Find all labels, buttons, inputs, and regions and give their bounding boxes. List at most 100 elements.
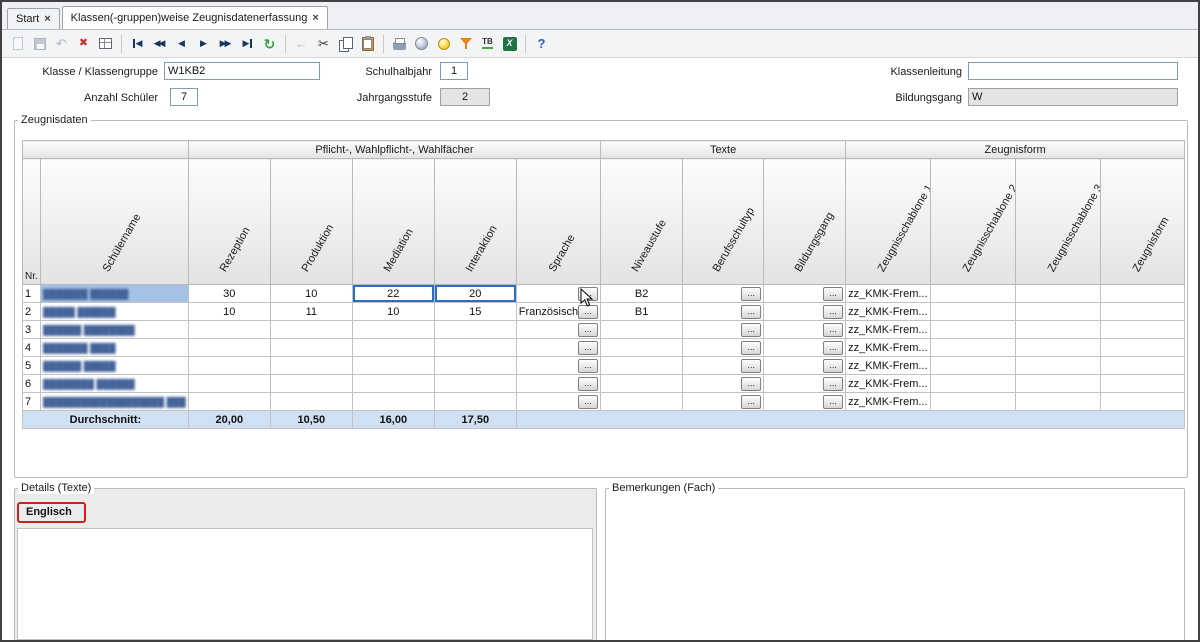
zeugnisform-cell[interactable] [1101,321,1185,339]
sprache-cell[interactable]: ... [516,339,600,357]
tab-start[interactable]: Start × [7,8,60,29]
tab-close-icon[interactable]: × [44,13,50,25]
excel-export-button[interactable]: X [499,33,520,54]
selected-subject-badge[interactable]: Englisch [17,502,86,523]
sprache-cell[interactable]: Französisch... [516,303,600,321]
save-button[interactable] [29,33,50,54]
produktion-cell[interactable]: 10 [270,285,352,303]
interaktion-cell[interactable] [434,357,516,375]
berufsschultyp-cell[interactable]: ... [683,393,764,411]
interaktion-cell[interactable] [434,339,516,357]
zeugnisschablone3-cell[interactable] [1016,357,1101,375]
bildungsgang-ellipsis-button[interactable]: ... [823,377,843,391]
berufsschultyp-cell[interactable]: ... [683,321,764,339]
refresh-button[interactable]: ↻ [259,33,280,54]
sprache-cell[interactable]: Englisch... [516,285,600,303]
tab-close-icon[interactable]: × [312,12,318,24]
copy-button[interactable] [335,33,356,54]
berufsschultyp-cell[interactable]: ... [683,375,764,393]
niveaustufe-cell[interactable] [601,339,683,357]
sprache-cell[interactable]: ... [516,393,600,411]
tab-zeugnisdatenerfassung[interactable]: Klassen(-gruppen)weise Zeugnisdatenerfas… [62,6,328,29]
sprache-ellipsis-button[interactable]: ... [578,341,598,355]
sprache-ellipsis-button[interactable]: ... [578,287,598,301]
zeugnisschablone3-cell[interactable] [1016,375,1101,393]
details-textarea[interactable] [17,528,593,640]
zeugnisschablone2-cell[interactable] [931,357,1016,375]
nav-back-button[interactable]: ◀ [171,33,192,54]
zeugnisschablone3-cell[interactable] [1016,303,1101,321]
interaktion-cell[interactable] [434,375,516,393]
zeugnisschablone1-cell[interactable]: zz_KMK-Frem... [846,303,931,321]
mediation-cell[interactable] [352,375,434,393]
rezeption-cell[interactable] [188,321,270,339]
zeugnisschablone3-cell[interactable] [1016,393,1101,411]
klasse-input[interactable] [164,62,320,80]
bildungsgang-ellipsis-button[interactable]: ... [823,395,843,409]
sprache-ellipsis-button[interactable]: ... [578,359,598,373]
undo-button[interactable]: ↶ [51,33,72,54]
sprache-ellipsis-button[interactable]: ... [578,395,598,409]
berufsschultyp-ellipsis-button[interactable]: ... [741,359,761,373]
niveaustufe-cell[interactable]: B1 [601,303,683,321]
berufsschultyp-cell[interactable]: ... [683,339,764,357]
sprache-cell[interactable]: ... [516,375,600,393]
sprache-ellipsis-button[interactable]: ... [578,323,598,337]
bildungsgang-ellipsis-button[interactable]: ... [823,341,843,355]
berufsschultyp-cell[interactable]: ... [683,357,764,375]
sprache-ellipsis-button[interactable]: ... [578,305,598,319]
sprache-cell[interactable]: ... [516,357,600,375]
zeugnisschablone1-cell[interactable]: zz_KMK-Frem... [846,357,931,375]
cut-button[interactable]: ✂ [313,33,334,54]
produktion-cell[interactable] [270,357,352,375]
nav-first-button[interactable]: ◀ [127,33,148,54]
bildungsgang-ellipsis-button[interactable]: ... [823,359,843,373]
berufsschultyp-ellipsis-button[interactable]: ... [741,341,761,355]
bildungsgang-cell[interactable]: ... [764,393,846,411]
zeugnisschablone2-cell[interactable] [931,303,1016,321]
berufsschultyp-ellipsis-button[interactable]: ... [741,305,761,319]
tb-report-button[interactable]: TB [477,33,498,54]
sprache-ellipsis-button[interactable]: ... [578,377,598,391]
student-name-cell[interactable]: ███████████████████ ███ [41,393,189,411]
student-name-cell[interactable]: ██████ █████ [41,357,189,375]
zeugnisform-cell[interactable] [1101,339,1185,357]
help-button[interactable]: ? [531,33,552,54]
mediation-cell[interactable]: 22 [352,285,434,303]
berufsschultyp-ellipsis-button[interactable]: ... [741,323,761,337]
zeugnisschablone1-cell[interactable]: zz_KMK-Frem... [846,393,931,411]
nav-forward-button[interactable]: ▶ [193,33,214,54]
bildungsgang-cell[interactable]: ... [764,375,846,393]
klassenleitung-input[interactable] [968,62,1178,80]
rezeption-cell[interactable]: 10 [188,303,270,321]
bildungsgang-ellipsis-button[interactable]: ... [823,305,843,319]
zeugnisschablone1-cell[interactable]: zz_KMK-Frem... [846,321,931,339]
bildungsgang-cell[interactable]: ... [764,303,846,321]
niveaustufe-cell[interactable] [601,321,683,339]
produktion-cell[interactable] [270,339,352,357]
sphere-button[interactable] [411,33,432,54]
rezeption-cell[interactable] [188,339,270,357]
student-name-cell[interactable]: ███████ ████ [41,339,189,357]
mediation-cell[interactable]: 10 [352,303,434,321]
zeugnisschablone2-cell[interactable] [931,285,1016,303]
bildungsgang-cell[interactable]: ... [764,321,846,339]
berufsschultyp-cell[interactable]: ... [683,285,764,303]
bemerkungen-textarea[interactable] [608,506,1181,640]
delete-button[interactable]: ✖ [73,33,94,54]
anzahl-schueler-input[interactable] [170,88,198,106]
zeugnisform-cell[interactable] [1101,375,1185,393]
edit-table-button[interactable] [95,33,116,54]
rezeption-cell[interactable] [188,375,270,393]
produktion-cell[interactable]: 11 [270,303,352,321]
zeugnisschablone1-cell[interactable]: zz_KMK-Frem... [846,339,931,357]
berufsschultyp-ellipsis-button[interactable]: ... [741,377,761,391]
niveaustufe-cell[interactable] [601,357,683,375]
zeugnisschablone2-cell[interactable] [931,321,1016,339]
niveaustufe-cell[interactable] [601,375,683,393]
mediation-cell[interactable] [352,321,434,339]
bildungsgang-cell[interactable]: ... [764,285,846,303]
zeugnisschablone3-cell[interactable] [1016,285,1101,303]
zeugnisschablone1-cell[interactable]: zz_KMK-Frem... [846,285,931,303]
bildungsgang-ellipsis-button[interactable]: ... [823,287,843,301]
